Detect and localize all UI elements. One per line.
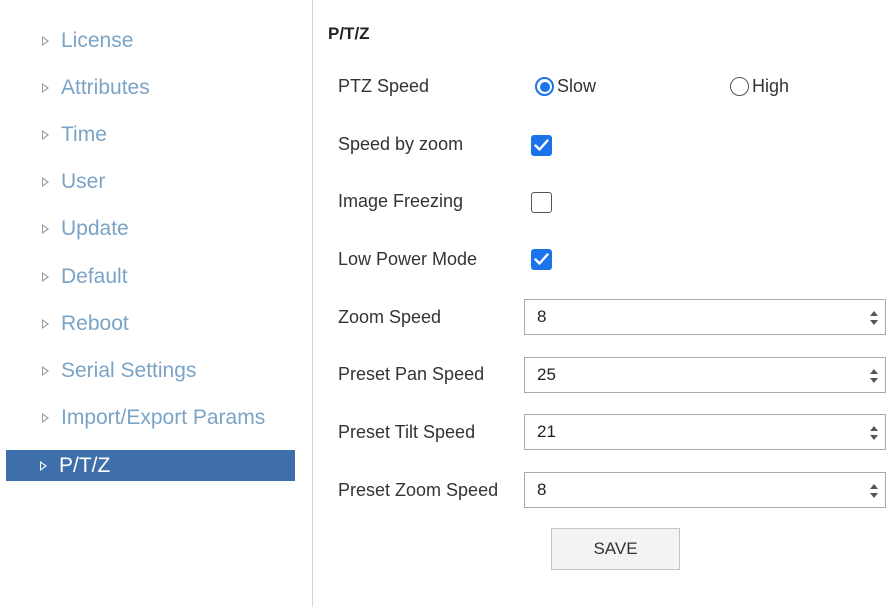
- image-freezing-label: Image Freezing: [338, 191, 464, 211]
- zoom-speed-value: 8: [537, 307, 547, 326]
- sidebar-item-label: Import/Export Params: [61, 406, 266, 429]
- ptz-speed-label: PTZ Speed: [338, 76, 430, 96]
- image-freezing-checkbox[interactable]: [531, 192, 552, 213]
- sidebar-item-label: Update: [61, 217, 129, 240]
- sidebar-item-time[interactable]: Time: [8, 118, 294, 152]
- preset-zoom-speed-select[interactable]: 8: [524, 472, 886, 508]
- ptz-speed-slow-label: Slow: [557, 76, 597, 96]
- sidebar-nav: License Attributes Time User Update Defa…: [0, 0, 300, 607]
- preset-pan-speed-select[interactable]: 25: [524, 357, 886, 393]
- ptz-speed-slow-radio[interactable]: Slow: [535, 76, 596, 97]
- sidebar-item-import-export-params[interactable]: Import/Export Params: [8, 401, 294, 435]
- checkmark-icon: [534, 139, 549, 151]
- page-title: P/T/Z: [328, 24, 370, 43]
- triangle-right-icon: [42, 319, 49, 329]
- ptz-speed-high-radio[interactable]: High: [730, 76, 789, 97]
- up-down-arrows-icon: [870, 311, 878, 325]
- sidebar-item-label: Attributes: [61, 76, 150, 99]
- sidebar-item-serial-settings[interactable]: Serial Settings: [8, 354, 294, 388]
- triangle-right-icon: [40, 460, 47, 471]
- ptz-speed-high-label: High: [752, 76, 790, 96]
- checkmark-icon: [534, 253, 549, 265]
- preset-zoom-speed-label: Preset Zoom Speed: [338, 480, 499, 500]
- triangle-right-icon: [42, 366, 49, 376]
- sidebar-divider: [312, 0, 313, 607]
- sidebar-item-label: User: [61, 170, 106, 193]
- sidebar-item-update[interactable]: Update: [8, 212, 294, 246]
- sidebar-item-attributes[interactable]: Attributes: [8, 71, 294, 105]
- save-button[interactable]: SAVE: [551, 528, 680, 570]
- triangle-right-icon: [42, 177, 49, 187]
- preset-tilt-speed-label: Preset Tilt Speed: [338, 422, 476, 442]
- zoom-speed-select[interactable]: 8: [524, 299, 886, 335]
- sidebar-item-label: P/T/Z: [59, 453, 111, 477]
- up-down-arrows-icon: [870, 426, 878, 440]
- sidebar-item-default[interactable]: Default: [8, 260, 294, 294]
- triangle-right-icon: [42, 130, 49, 140]
- sidebar-item-label: Default: [61, 265, 128, 288]
- radio-selected-icon: [535, 77, 554, 96]
- sidebar-item-label: Serial Settings: [61, 359, 197, 382]
- zoom-speed-label: Zoom Speed: [338, 307, 442, 327]
- radio-unselected-icon: [730, 77, 749, 96]
- speed-by-zoom-checkbox[interactable]: [531, 135, 552, 156]
- triangle-right-icon: [42, 272, 49, 282]
- triangle-right-icon: [42, 83, 49, 93]
- triangle-right-icon: [42, 36, 49, 46]
- triangle-right-icon: [42, 413, 49, 423]
- low-power-mode-checkbox[interactable]: [531, 249, 552, 270]
- preset-pan-speed-label: Preset Pan Speed: [338, 364, 485, 384]
- sidebar-item-label: Time: [61, 123, 107, 146]
- speed-by-zoom-label: Speed by zoom: [338, 134, 464, 154]
- sidebar-item-ptz[interactable]: P/T/Z: [6, 450, 295, 481]
- sidebar-item-reboot[interactable]: Reboot: [8, 307, 294, 341]
- up-down-arrows-icon: [870, 369, 878, 383]
- up-down-arrows-icon: [870, 484, 878, 498]
- sidebar-item-license[interactable]: License: [8, 24, 294, 58]
- preset-tilt-speed-value: 21: [537, 422, 556, 441]
- preset-zoom-speed-value: 8: [537, 480, 547, 499]
- preset-pan-speed-value: 25: [537, 365, 556, 384]
- preset-tilt-speed-select[interactable]: 21: [524, 414, 886, 450]
- sidebar-item-label: Reboot: [61, 312, 129, 335]
- sidebar-item-label: License: [61, 29, 134, 52]
- triangle-right-icon: [42, 224, 49, 234]
- low-power-mode-label: Low Power Mode: [338, 249, 478, 269]
- sidebar-item-user[interactable]: User: [8, 165, 294, 199]
